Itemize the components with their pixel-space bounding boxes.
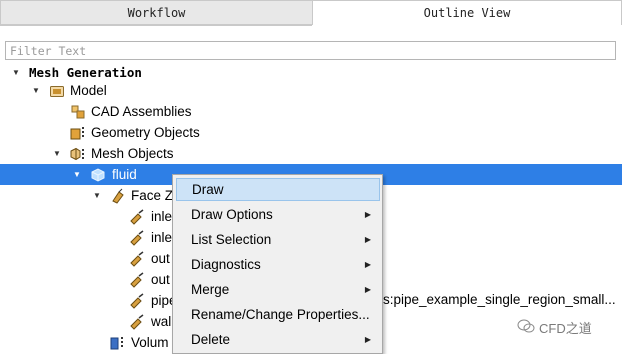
tree-label: fluid (112, 167, 137, 182)
menu-item-label: Rename/Change Properties... (191, 307, 370, 322)
context-menu: Draw Draw Options ▶ List Selection ▶ Dia… (172, 174, 383, 354)
menu-item-draw[interactable]: Draw (176, 178, 380, 201)
mesh-objects-icon (69, 146, 85, 162)
menu-item-label: Draw Options (191, 207, 273, 222)
submenu-arrow-icon: ▶ (364, 335, 371, 344)
fluid-mesh-icon (90, 167, 106, 183)
menu-item-label: Merge (191, 282, 230, 297)
tab-bar: Workflow Outline View (0, 0, 622, 25)
expand-caret-icon[interactable]: ▼ (11, 68, 21, 78)
geometry-objects-icon (70, 125, 86, 141)
expand-caret-icon[interactable]: ▼ (72, 170, 82, 180)
tree-label: Face Z (131, 188, 174, 203)
zone-icon (129, 208, 145, 225)
expand-caret-icon[interactable]: ▼ (52, 149, 62, 159)
menu-item-merge[interactable]: Merge ▶ (176, 278, 380, 301)
zone-icon (129, 271, 145, 288)
tab-outline-view[interactable]: Outline View (312, 0, 622, 25)
tree-row-mesh-objects[interactable]: ▼ Mesh Objects (0, 143, 622, 164)
zone-icon (129, 229, 145, 246)
menu-item-rename-change-properties[interactable]: Rename/Change Properties... (176, 303, 380, 326)
tree-row-geometry-objects[interactable]: Geometry Objects (0, 122, 622, 143)
menu-item-label: List Selection (191, 232, 272, 247)
tree-label: CAD Assemblies (91, 104, 192, 119)
model-icon (49, 83, 65, 99)
watermark: CFD之道 (517, 318, 592, 337)
zone-icon (129, 250, 145, 267)
tab-divider (0, 25, 312, 26)
tree-label: Geometry Objects (91, 125, 200, 140)
wechat-icon (517, 318, 535, 337)
tab-workflow[interactable]: Workflow (0, 0, 312, 25)
menu-item-label: Draw (192, 182, 224, 197)
cad-assemblies-icon (70, 104, 86, 120)
menu-item-diagnostics[interactable]: Diagnostics ▶ (176, 253, 380, 276)
tree-row-cad-assemblies[interactable]: CAD Assemblies (0, 101, 622, 122)
menu-item-list-selection[interactable]: List Selection ▶ (176, 228, 380, 251)
tree-label: Volum (131, 335, 169, 350)
menu-item-label: Delete (191, 332, 231, 347)
filter-input[interactable] (5, 41, 616, 60)
tree-label: wal (151, 314, 172, 329)
tree-label: out (151, 251, 170, 266)
submenu-arrow-icon: ▶ (364, 235, 371, 244)
tree-label: inle (151, 230, 173, 245)
expand-caret-icon[interactable]: ▼ (31, 86, 41, 96)
volume-zones-icon (110, 335, 126, 351)
submenu-arrow-icon: ▶ (364, 210, 371, 219)
expand-caret-icon[interactable]: ▼ (92, 191, 102, 201)
menu-item-draw-options[interactable]: Draw Options ▶ (176, 203, 380, 226)
tree-row-model[interactable]: ▼ Model (0, 80, 622, 101)
tree-label: Model (70, 83, 107, 98)
tree-label: Mesh Objects (91, 146, 174, 161)
zone-icon (129, 313, 145, 330)
pipe-zone-trailing-text: s:pipe_example_single_region_small... (383, 292, 616, 307)
tree-label: out (151, 272, 170, 287)
menu-item-delete[interactable]: Delete ▶ (176, 328, 380, 351)
submenu-arrow-icon: ▶ (364, 285, 371, 294)
tree-label: inle (151, 209, 173, 224)
tree-label: Mesh Generation (29, 65, 142, 80)
face-zones-icon (110, 188, 126, 204)
watermark-text: CFD之道 (539, 321, 592, 336)
menu-item-label: Diagnostics (191, 257, 261, 272)
submenu-arrow-icon: ▶ (364, 260, 371, 269)
zone-icon (129, 292, 145, 309)
